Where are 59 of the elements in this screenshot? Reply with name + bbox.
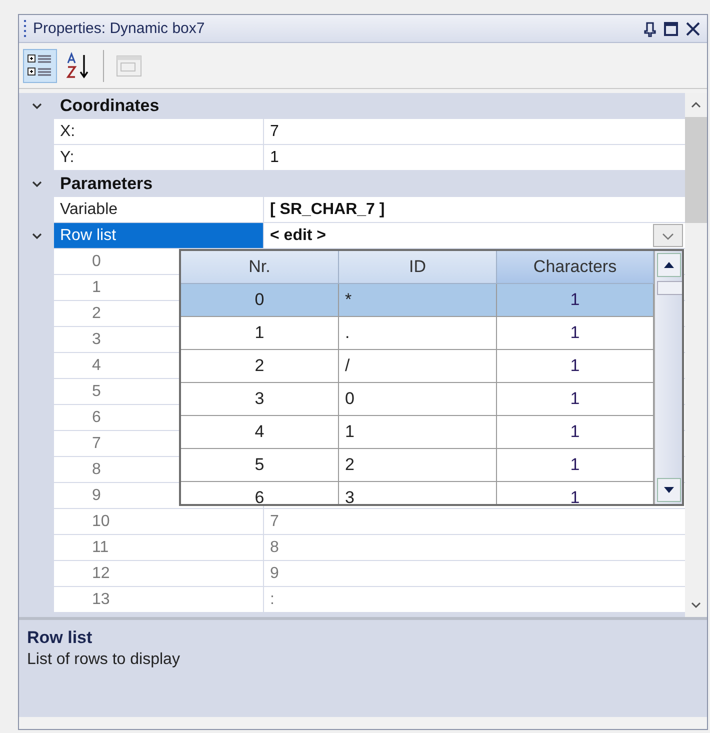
table-cell: / — [339, 350, 497, 383]
table-cell: 2 — [181, 350, 339, 383]
property-name[interactable]: 13 — [54, 587, 264, 613]
table-cell: 0 — [339, 383, 497, 416]
table-cell: 1 — [339, 416, 497, 449]
scrollbar[interactable] — [654, 251, 682, 504]
table-cell: . — [339, 317, 497, 350]
scrollbar[interactable] — [685, 93, 707, 617]
dropdown-button[interactable] — [653, 224, 683, 247]
table-cell: 1 — [181, 317, 339, 350]
category-header[interactable]: Coordinates — [54, 93, 685, 119]
property-value[interactable]: 7 — [264, 119, 685, 145]
property-value-text: 1 — [270, 148, 279, 166]
table-cell: 4 — [181, 416, 339, 449]
pin-icon[interactable] — [643, 20, 657, 36]
column-header[interactable]: ID — [339, 251, 497, 284]
category-header[interactable]: Parameters — [54, 171, 685, 197]
property-value[interactable]: [ SR_CHAR_7 ] — [264, 197, 685, 223]
property-value[interactable]: : — [264, 587, 685, 613]
column-header[interactable]: Nr. — [181, 251, 339, 284]
property-value[interactable]: 1 — [264, 145, 685, 171]
property-pages-icon — [116, 52, 142, 78]
property-name[interactable]: Y: — [54, 145, 264, 171]
categorized-view-button[interactable] — [23, 48, 57, 82]
table-cell: * — [339, 284, 497, 317]
property-name[interactable]: 11 — [54, 535, 264, 561]
window-title: Properties: Dynamic box7 — [33, 20, 206, 37]
table-cell: 3 — [339, 482, 497, 504]
close-icon[interactable] — [685, 20, 701, 36]
property-name[interactable]: X: — [54, 119, 264, 145]
property-value-text: < edit > — [270, 226, 326, 244]
property-value[interactable]: 9 — [264, 561, 685, 587]
scroll-up-button[interactable] — [656, 253, 680, 277]
property-value[interactable]: < edit > — [264, 223, 685, 249]
property-value-text: 7 — [270, 122, 279, 140]
down-triangle-icon — [664, 487, 674, 493]
property-name[interactable]: Variable — [54, 197, 264, 223]
maximize-icon[interactable] — [663, 20, 679, 36]
table-cell: 1 — [497, 284, 654, 317]
sort-alphabetical-icon — [65, 52, 91, 80]
scrollbar-thumb[interactable] — [685, 117, 707, 223]
categorized-icon — [27, 52, 53, 78]
property-name[interactable]: Row list — [54, 223, 264, 249]
property-name[interactable]: 10 — [54, 509, 264, 535]
table-cell: 5 — [181, 449, 339, 482]
scroll-down-button[interactable] — [656, 478, 680, 502]
property-value[interactable]: 7 — [264, 509, 685, 535]
table-cell: 0 — [181, 284, 339, 317]
description-title: Row list — [27, 628, 94, 648]
grip-icon — [23, 18, 27, 38]
description-text: List of rows to display — [27, 651, 181, 669]
property-value[interactable]: 8 — [264, 535, 685, 561]
property-value-text: [ SR_CHAR_7 ] — [270, 200, 385, 218]
table-cell: 3 — [181, 383, 339, 416]
up-triangle-icon — [664, 262, 674, 268]
table-cell: 2 — [339, 449, 497, 482]
property-name[interactable]: 12 — [54, 561, 264, 587]
column-header[interactable]: Characters — [497, 251, 654, 284]
scrollbar-thumb[interactable] — [657, 281, 682, 295]
